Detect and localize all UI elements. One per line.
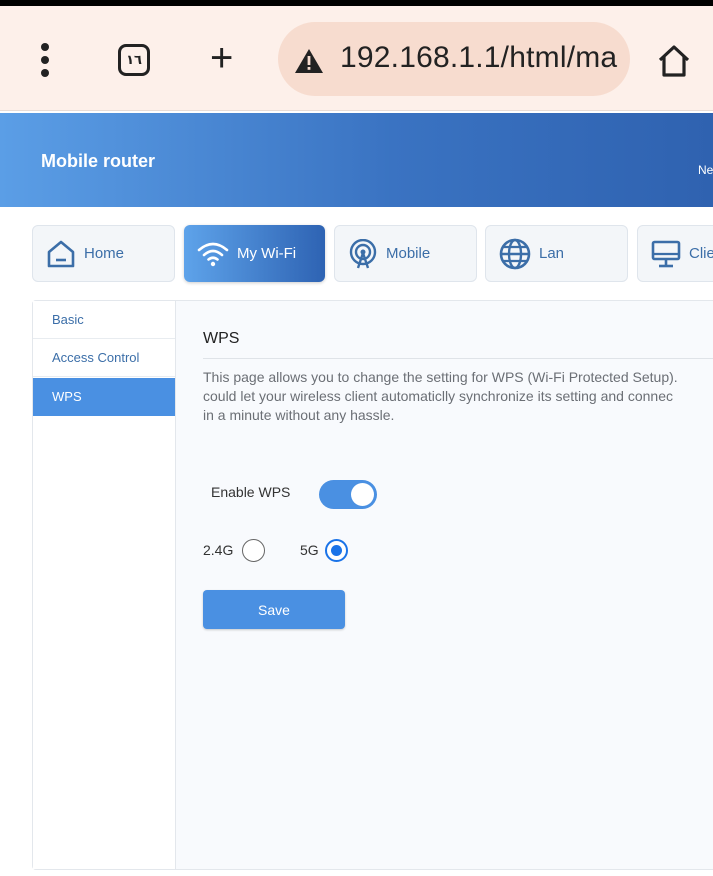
toggle-knob <box>351 483 374 506</box>
home-icon <box>46 239 76 269</box>
antenna-icon <box>348 238 378 269</box>
globe-icon <box>499 238 531 270</box>
band-5g-label: 5G <box>300 542 319 558</box>
plus-icon[interactable]: + <box>210 38 233 78</box>
tab-mobile[interactable]: Mobile <box>334 225 477 282</box>
tab-label: Lan <box>539 245 565 262</box>
header-right-text[interactable]: Ne <box>698 163 713 177</box>
tab-count: ١٦ <box>126 52 142 67</box>
band-24g-radio[interactable] <box>242 539 265 562</box>
monitor-icon <box>651 239 681 269</box>
sidebar: Basic Access Control WPS <box>33 301 176 869</box>
tab-lan[interactable]: Lan <box>485 225 628 282</box>
browser-toolbar: ١٦ + 192.168.1.1/html/ma <box>0 6 713 111</box>
band-24g-label: 2.4G <box>203 542 234 558</box>
save-button[interactable]: Save <box>203 590 345 629</box>
sidebar-item-access-control[interactable]: Access Control <box>33 339 175 377</box>
tab-label: Mobile <box>386 245 431 262</box>
sidebar-item-basic[interactable]: Basic <box>33 301 175 339</box>
tab-home[interactable]: Home <box>32 225 175 282</box>
tab-clients[interactable]: Clie <box>637 225 713 282</box>
enable-wps-label: Enable WPS <box>211 484 291 500</box>
home-icon[interactable] <box>656 44 692 78</box>
tab-my-wifi[interactable]: My Wi-Fi <box>184 225 325 282</box>
tab-label: Home <box>84 245 125 262</box>
wifi-icon <box>197 241 229 267</box>
url-text: 192.168.1.1/html/ma <box>340 41 618 74</box>
enable-wps-toggle[interactable] <box>319 480 377 509</box>
description-line: This page allows you to change the setti… <box>203 369 678 385</box>
tabs-button[interactable]: ١٦ <box>118 44 150 76</box>
app-header: Mobile router Ne <box>0 113 713 207</box>
page-description: This page allows you to change the setti… <box>203 368 678 425</box>
band-5g-radio[interactable] <box>325 539 348 562</box>
title-divider <box>203 358 713 359</box>
tab-label: My Wi-Fi <box>237 245 297 262</box>
description-line: could let your wireless client automatic… <box>203 388 674 404</box>
sidebar-item-wps[interactable]: WPS <box>33 378 175 416</box>
page-title: WPS <box>203 330 240 347</box>
tab-label: Clie <box>689 245 713 262</box>
kebab-menu-icon[interactable] <box>36 43 54 77</box>
warning-icon[interactable] <box>294 48 324 74</box>
app-title: Mobile router <box>41 151 156 171</box>
address-bar[interactable]: 192.168.1.1/html/ma <box>278 22 630 96</box>
description-line: in a minute without any hassle. <box>203 407 395 423</box>
